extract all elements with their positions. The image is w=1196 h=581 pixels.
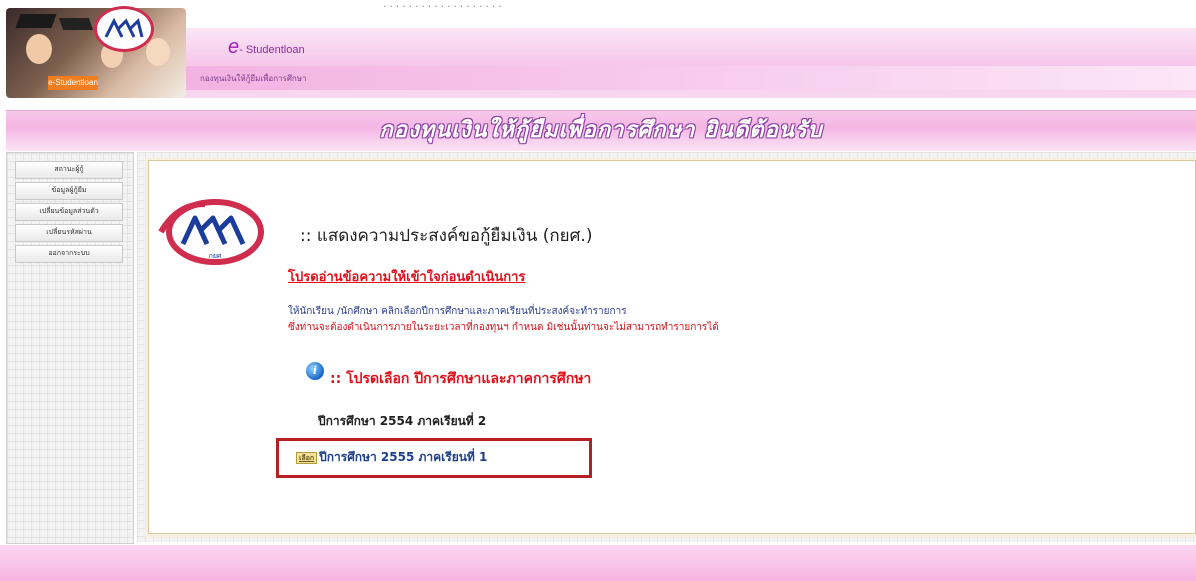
- sidebar-item-borrower-info[interactable]: ข้อมูลผู้กู้ยืม: [15, 182, 123, 200]
- fund-logo-large: กยศ: [158, 199, 264, 265]
- sidebar-item-change-personal-info[interactable]: เปลี่ยนข้อมูลส่วนตัว: [15, 203, 123, 221]
- app-title-prefix: e: [228, 36, 240, 58]
- info-icon: i: [306, 362, 324, 380]
- fund-logo-icon: [104, 17, 144, 38]
- year-option-2554-2: ปีการศึกษา 2554 ภาคเรียนที่ 2: [318, 414, 487, 428]
- fund-logo: [94, 6, 154, 52]
- page-title: :: แสดงความประสงค์ขอกู้ยืมเงิน (กยศ.): [300, 226, 593, 246]
- instruction-text: ให้นักเรียน /นักศึกษา คลิกเลือกปีการศึกษ…: [288, 306, 627, 317]
- year-option-2555-1: เลือก ปีการศึกษา 2555 ภาคเรียนที่ 1: [296, 448, 487, 467]
- student-face: [146, 38, 170, 66]
- footer: [0, 545, 1196, 581]
- header: e-Studentloan e- Studentloan กองทุนเงินใ…: [0, 0, 1196, 100]
- select-link-button[interactable]: เลือก: [296, 451, 318, 464]
- sidebar: สถานะผู้กู้ ข้อมูลผู้กู้ยืม เปลี่ยนข้อมู…: [6, 152, 134, 544]
- select-year-title: :: โปรดเลือก ปีการศึกษาและภาคการศึกษา: [330, 371, 592, 387]
- app-title-name: - Studentloan: [239, 44, 305, 56]
- sidebar-item-status[interactable]: สถานะผู้กู้: [15, 161, 123, 179]
- read-notice: โปรดอ่านข้อความให้เข้าใจก่อนดำเนินการ: [288, 270, 526, 285]
- graduation-cap-icon: [58, 18, 94, 30]
- fund-logo-text: กยศ: [209, 252, 222, 260]
- welcome-banner: กองทุนเงินให้กู้ยืมเพื่อการศึกษา ยินดีต้…: [6, 110, 1196, 151]
- year-option-label[interactable]: ปีการศึกษา 2555 ภาคเรียนที่ 1: [319, 450, 487, 464]
- student-face: [26, 34, 52, 64]
- sidebar-item-logout[interactable]: ออกจากระบบ: [15, 245, 123, 263]
- deadline-warning: ซึ่งท่านจะต้องดำเนินการภายในระยะเวลาที่ก…: [288, 322, 719, 333]
- graduation-cap-icon: [15, 14, 57, 28]
- sidebar-item-change-password[interactable]: เปลี่ยนรหัสผ่าน: [15, 224, 123, 242]
- header-subband: [185, 66, 1196, 90]
- app-subtitle: กองทุนเงินให้กู้ยืมเพื่อการศึกษา: [200, 74, 307, 83]
- app-title: e- Studentloan: [228, 36, 305, 59]
- photo-tag: e-Studentloan: [48, 76, 98, 90]
- welcome-banner-text: กองทุนเงินให้กู้ยืมเพื่อการศึกษา ยินดีต้…: [379, 118, 823, 143]
- top-dots: ...................: [382, 0, 504, 10]
